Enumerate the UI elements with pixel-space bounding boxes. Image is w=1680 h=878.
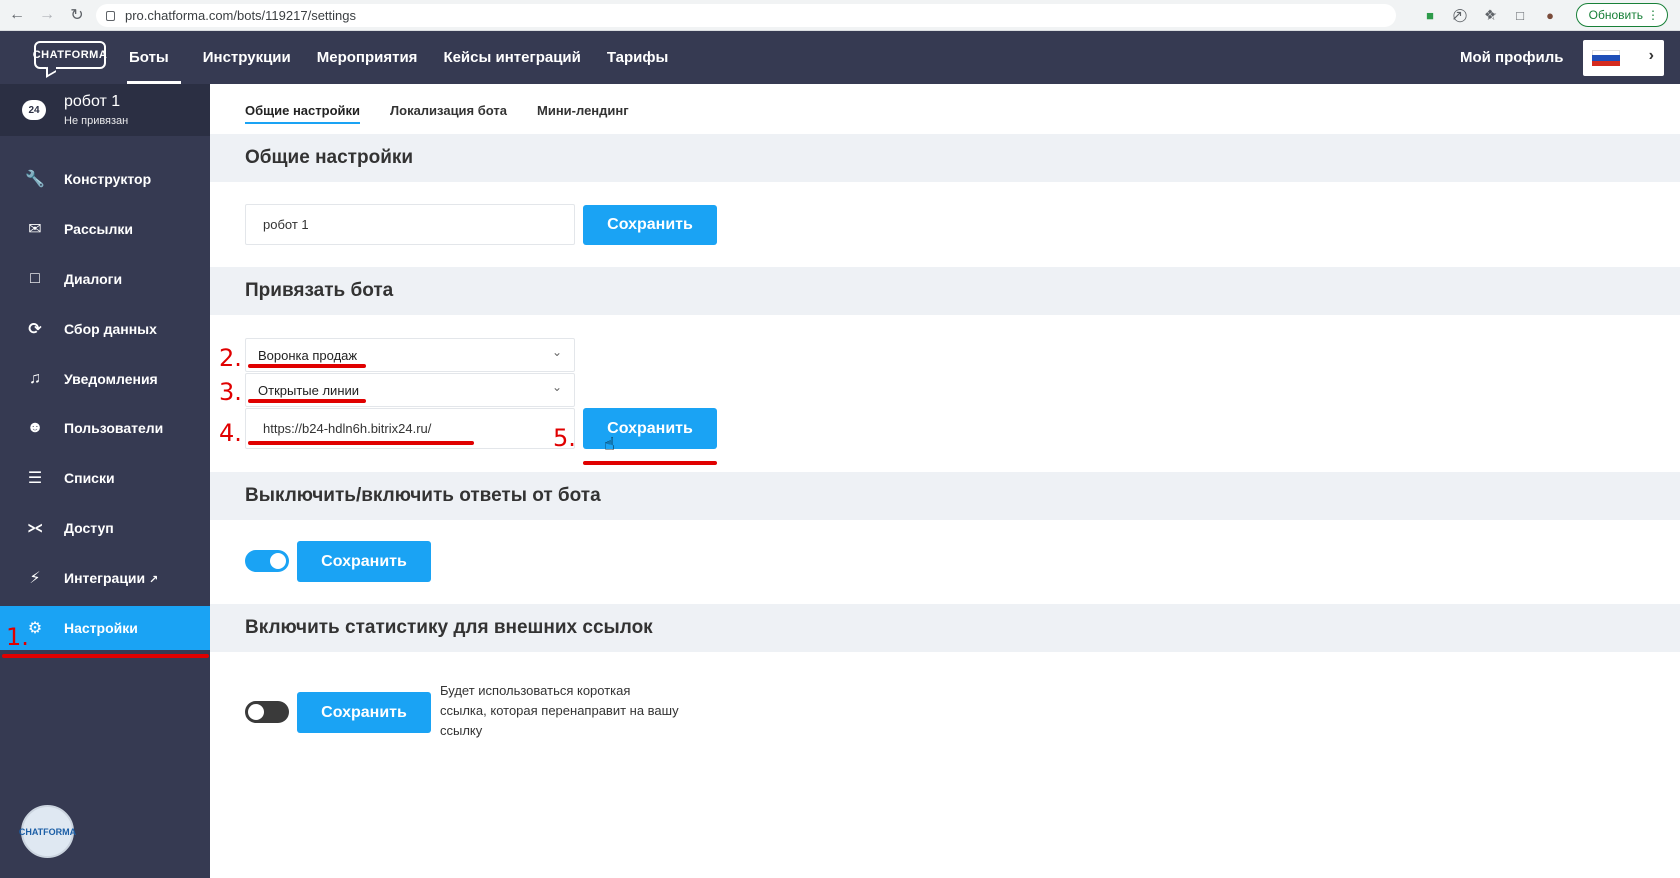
sidebar-item-label: Диалоги bbox=[64, 271, 123, 287]
annotation-4: 4. bbox=[219, 419, 242, 447]
shield-icon[interactable]: ◯ bbox=[1450, 5, 1470, 25]
save-name-button[interactable]: Сохранить bbox=[583, 205, 717, 245]
sidebar-item-label: Пользователи bbox=[64, 420, 164, 436]
external-link-icon: ↗ bbox=[149, 574, 159, 586]
integrations-text: Интеграции bbox=[64, 570, 146, 586]
envelope-icon: ✉ bbox=[28, 221, 42, 238]
reload-icon[interactable]: ↻ bbox=[64, 2, 90, 28]
annotation-underline-4 bbox=[248, 441, 474, 445]
sidebar-item-label: Настройки bbox=[64, 620, 138, 636]
users-icon: ☻ bbox=[26, 419, 44, 436]
sidebar-item-label: Конструктор bbox=[64, 171, 152, 187]
tab-general-settings[interactable]: Общие настройки bbox=[245, 84, 360, 136]
menu-item-instructions[interactable]: Инструкции bbox=[203, 31, 291, 84]
sidebar-item-label: Списки bbox=[64, 470, 115, 486]
sidebar-item-data-collection[interactable]: ⟳ Сбор данных bbox=[0, 307, 210, 351]
sales-funnel-value: Воронка продаж bbox=[258, 347, 358, 363]
sidebar-item-label: Интеграции ↗ bbox=[64, 570, 158, 586]
sidebar-item-lists[interactable]: ☰ Списки bbox=[0, 456, 210, 500]
chevron-right-icon: › bbox=[1648, 47, 1654, 64]
lock-icon bbox=[106, 10, 115, 21]
chevron-down-icon: ⌄ bbox=[551, 345, 562, 359]
language-selector[interactable]: › bbox=[1583, 40, 1664, 76]
section-title-bind-bot: Привязать бота bbox=[210, 267, 1680, 315]
avatar[interactable]: CHATFORMA bbox=[19, 805, 76, 858]
sidebar-item-settings[interactable]: ⚙ Настройки bbox=[0, 606, 210, 650]
sidebar-item-label: Рассылки bbox=[64, 221, 133, 237]
hand-cursor-icon: ☝ bbox=[604, 434, 615, 454]
forward-arrow-icon[interactable]: → bbox=[34, 2, 60, 28]
open-lines-value: Открытые линии bbox=[258, 382, 360, 398]
chatforma-logo[interactable]: CHATFORMA bbox=[33, 41, 107, 69]
sidebar-item-notifications[interactable]: ♫ Уведомления bbox=[0, 357, 210, 401]
browser-update-button[interactable]: Обновить ⋮ bbox=[1575, 3, 1668, 27]
more-vert-icon: ⋮ bbox=[1647, 8, 1659, 22]
toggle-knob bbox=[270, 553, 286, 569]
settings-tabs: Общие настройки Локализация бота Мини-ле… bbox=[245, 84, 659, 136]
my-profile-link[interactable]: Мой профиль bbox=[1460, 31, 1564, 84]
chat-icon: □ bbox=[30, 270, 40, 287]
annotation-underline-5 bbox=[583, 461, 717, 465]
annotation-3: 3. bbox=[219, 378, 242, 406]
share-icon: ⪥ bbox=[27, 519, 43, 536]
plug-icon: ⚡ bbox=[29, 570, 41, 587]
annotation-underline-3 bbox=[248, 399, 366, 403]
sidebar-item-integrations[interactable]: ⚡ Интеграции ↗ bbox=[0, 556, 210, 600]
toggle-knob bbox=[248, 704, 264, 720]
sidepanel-icon[interactable]: □ bbox=[1510, 5, 1530, 25]
save-stats-button[interactable]: Сохранить bbox=[297, 692, 431, 733]
stats-note: Будет использоваться короткая ссылка, ко… bbox=[440, 683, 679, 738]
annotation-1: 1. bbox=[6, 623, 29, 651]
update-label: Обновить bbox=[1588, 8, 1643, 22]
sidebar-item-dialogs[interactable]: □ Диалоги bbox=[0, 257, 210, 301]
sidebar-item-label: Доступ bbox=[64, 520, 114, 536]
annotation-underline-1 bbox=[2, 654, 209, 658]
tab-bot-localization[interactable]: Локализация бота bbox=[390, 84, 507, 136]
sidebar-item-access[interactable]: ⪥ Доступ bbox=[0, 506, 210, 550]
save-answers-toggle-button[interactable]: Сохранить bbox=[297, 541, 431, 582]
menu-item-pricing[interactable]: Тарифы bbox=[607, 31, 668, 84]
annotation-underline-2 bbox=[248, 364, 366, 368]
sidebar-item-constructor[interactable]: 🔧 Конструктор bbox=[0, 157, 210, 201]
circle-arrow-icon: ⟳ bbox=[28, 321, 42, 338]
bot-status: Не привязан bbox=[64, 115, 129, 127]
menu-item-integration-cases[interactable]: Кейсы интеграций bbox=[443, 31, 580, 84]
stats-toggle[interactable] bbox=[245, 701, 289, 723]
section-title-general: Общие настройки bbox=[210, 134, 1680, 182]
chevron-down-icon: ⌄ bbox=[551, 380, 562, 394]
bell-icon: ♫ bbox=[29, 370, 41, 387]
url-text: pro.chatforma.com/bots/119217/settings bbox=[125, 8, 356, 23]
sidebar-item-label: Уведомления bbox=[64, 371, 158, 387]
bitrix24-icon: 24 bbox=[22, 100, 46, 120]
user-profile-icon[interactable]: ● bbox=[1540, 5, 1560, 25]
back-arrow-icon[interactable]: ← bbox=[4, 2, 30, 28]
extension-icon[interactable]: ■ bbox=[1420, 5, 1440, 25]
bot-name-input[interactable]: робот 1 bbox=[245, 204, 575, 245]
sidebar-item-mailings[interactable]: ✉ Рассылки bbox=[0, 207, 210, 251]
russian-flag-icon bbox=[1592, 50, 1620, 66]
annotation-2: 2. bbox=[219, 344, 242, 372]
menu-item-bots[interactable]: Боты bbox=[127, 31, 181, 84]
annotation-5: 5. bbox=[553, 424, 576, 452]
main-menu: Боты Инструкции Мероприятия Кейсы интегр… bbox=[127, 31, 694, 84]
tab-mini-landing[interactable]: Мини-лендинг bbox=[537, 84, 629, 136]
section-title-link-stats: Включить статистику для внешних ссылок bbox=[210, 604, 1680, 652]
list-icon: ☰ bbox=[27, 470, 43, 487]
address-bar[interactable]: pro.chatforma.com/bots/119217/settings bbox=[96, 4, 1396, 27]
sidebar-item-label: Сбор данных bbox=[64, 321, 157, 337]
wrench-icon: 🔧 bbox=[25, 171, 45, 188]
sidebar-item-users[interactable]: ☻ Пользователи bbox=[0, 406, 210, 450]
menu-item-events[interactable]: Мероприятия bbox=[317, 31, 418, 84]
extensions-bar: ■ ◯ ❖ □ ● bbox=[1420, 5, 1560, 25]
puzzle-icon[interactable]: ❖ bbox=[1480, 5, 1500, 25]
answers-toggle[interactable] bbox=[245, 550, 289, 572]
section-title-toggle-answers: Выключить/включить ответы от бота bbox=[210, 472, 1680, 520]
bot-name: робот 1 bbox=[64, 93, 121, 110]
